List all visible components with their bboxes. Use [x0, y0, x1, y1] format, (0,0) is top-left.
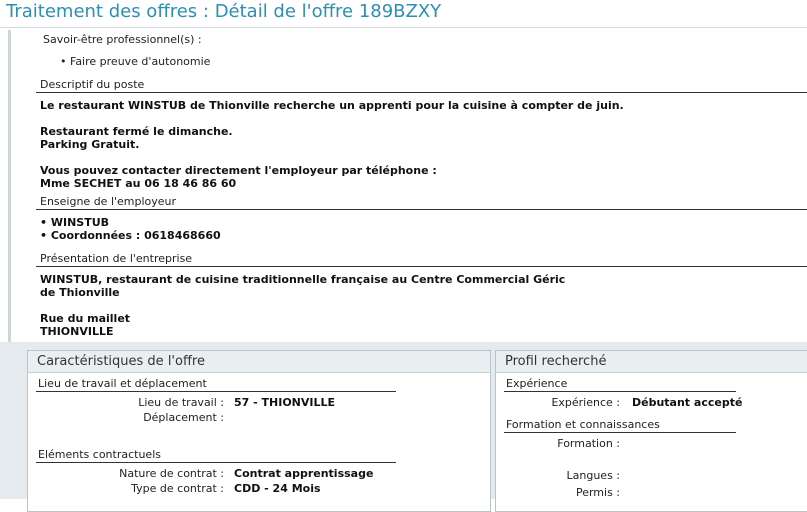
profil-title: Profil recherché — [505, 354, 607, 369]
lieu-divider — [36, 391, 396, 392]
profil-panel-header: Profil recherché — [496, 351, 807, 373]
descriptif-line-5: Mme SECHET au 06 18 46 86 60 — [40, 177, 237, 190]
presentation-line-3: Rue du maillet — [40, 312, 131, 325]
deplacement-label: Déplacement : — [143, 411, 224, 424]
langues-label: Langues : — [566, 469, 621, 482]
presentation-divider — [36, 266, 807, 267]
page-title: Traitement des offres : Détail de l'offr… — [6, 1, 442, 22]
type-contrat-value: CDD - 24 Mois — [234, 482, 321, 495]
descriptif-divider — [36, 92, 807, 93]
descriptif-line-4: Vous pouvez contacter directement l'empl… — [40, 164, 437, 177]
presentation-line-1: WINSTUB, restaurant de cuisine tradition… — [40, 273, 566, 286]
descriptif-line-1: Le restaurant WINSTUB de Thionville rech… — [40, 99, 624, 112]
savoir-etre-label: Savoir-être professionnel(s) : — [43, 33, 202, 46]
caracteristiques-panel-header: Caractéristiques de l'offre — [28, 351, 490, 373]
permis-label: Permis : — [575, 486, 620, 499]
lieu-heading: Lieu de travail et déplacement — [38, 377, 207, 390]
presentation-line-4: THIONVILLE — [40, 325, 114, 338]
descriptif-heading: Descriptif du poste — [40, 78, 145, 91]
formation-heading: Formation et connaissances — [506, 418, 660, 431]
enseigne-item-1: • WINSTUB — [40, 216, 110, 229]
presentation-line-2: de Thionville — [40, 286, 120, 299]
experience-divider — [504, 391, 736, 392]
caracteristiques-panel: Caractéristiques de l'offre Lieu de trav… — [27, 350, 491, 512]
enseigne-heading: Enseigne de l'employeur — [40, 195, 177, 208]
experience-label: Expérience : — [551, 396, 620, 409]
formation-label: Formation : — [557, 437, 620, 450]
presentation-heading: Présentation de l'entreprise — [40, 252, 193, 265]
elements-heading: Eléments contractuels — [38, 448, 161, 461]
caracteristiques-title: Caractéristiques de l'offre — [37, 354, 205, 369]
frame-left-border — [8, 30, 11, 350]
title-bar: Traitement des offres : Détail de l'offr… — [0, 0, 807, 28]
formation-divider — [504, 432, 736, 433]
descriptif-line-3: Parking Gratuit. — [40, 138, 140, 151]
experience-value: Débutant accepté — [632, 396, 743, 409]
nature-contrat-label: Nature de contrat : — [119, 467, 224, 480]
lieu-travail-value: 57 - THIONVILLE — [234, 396, 336, 409]
savoir-etre-item-text: Faire preuve d'autonomie — [70, 55, 211, 68]
nature-contrat-value: Contrat apprentissage — [234, 467, 374, 480]
descriptif-line-2: Restaurant fermé le dimanche. — [40, 125, 233, 138]
enseigne-divider — [36, 209, 807, 210]
experience-heading: Expérience — [506, 377, 568, 390]
savoir-etre-item: • Faire preuve d'autonomie — [60, 55, 211, 68]
elements-divider — [36, 462, 396, 463]
enseigne-item-2: • Coordonnées : 0618468660 — [40, 229, 221, 242]
profil-panel: Profil recherché Expérience Expérience :… — [495, 350, 807, 512]
lieu-travail-label: Lieu de travail : — [138, 396, 224, 409]
type-contrat-label: Type de contrat : — [131, 482, 224, 495]
